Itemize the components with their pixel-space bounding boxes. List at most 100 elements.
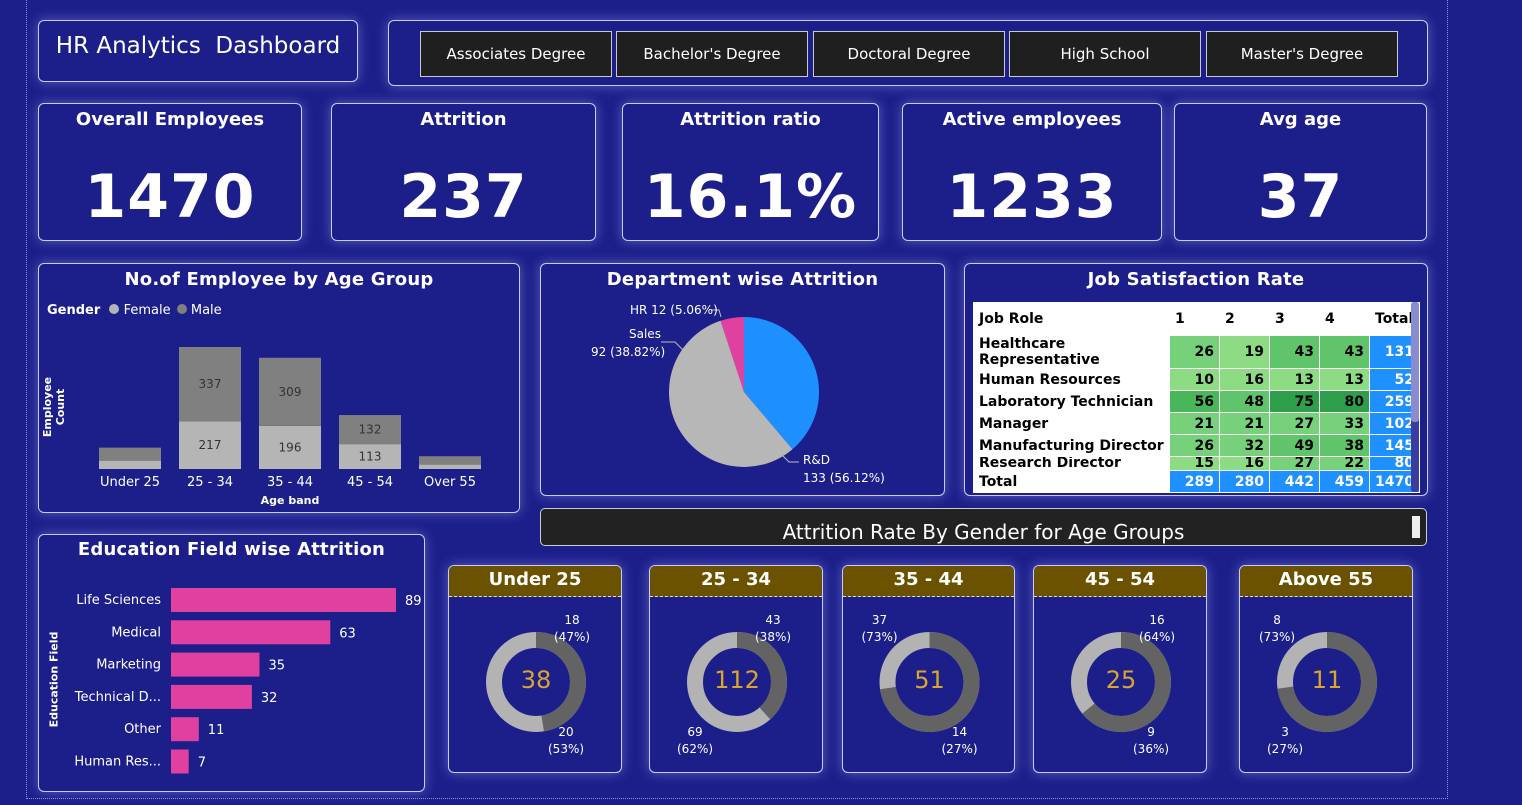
kpi-label: Active employees <box>942 109 1122 130</box>
donut-center-value: 11 <box>1311 666 1343 694</box>
donut-card-5[interactable]: Above 55 11 8 (73%) 3 (27%) <box>1239 565 1413 773</box>
table-total-row: Total 289 280 442 459 1470 <box>973 470 1420 493</box>
cell-value: 49 <box>1269 434 1320 457</box>
cell-value: 75 <box>1269 390 1320 413</box>
donut-bottom-label: 9 (36%) <box>1133 724 1169 758</box>
table-row[interactable]: Manager 21 21 27 33 102 <box>973 412 1420 435</box>
bar-female[interactable] <box>99 460 161 469</box>
cell-value: 13 <box>1319 368 1370 391</box>
donut-top-count: 16 <box>1149 613 1165 627</box>
y-tick-label: Marketing <box>96 658 161 673</box>
donut-bottom-pct: (36%) <box>1133 742 1170 756</box>
bar-technical-d---[interactable] <box>171 684 252 709</box>
bar-marketing[interactable] <box>171 652 260 677</box>
cell-value: 15 <box>1169 456 1220 471</box>
kpi-value: 237 <box>399 162 528 232</box>
slicer-bachelors-degree[interactable]: Bachelor's Degree <box>616 31 808 77</box>
table-row[interactable]: Human Resources 10 16 13 13 52 <box>973 368 1420 391</box>
cell-job-role: Laboratory Technician <box>973 390 1170 413</box>
bar-value-label: 89 <box>405 594 422 609</box>
donut-top-count: 8 <box>1273 613 1281 627</box>
department-attrition-chart[interactable]: Department wise Attrition HR 12 (5.06%) … <box>540 263 945 496</box>
y-tick-label: Technical D... <box>74 690 161 705</box>
department-pie <box>661 309 819 467</box>
kpi-label: Avg age <box>1259 109 1342 130</box>
bar-value-label: 35 <box>268 659 285 674</box>
kpi-overall-employees: Overall Employees 1470 <box>38 103 302 241</box>
bar-male[interactable] <box>419 456 481 465</box>
cell-total-label: Total <box>973 470 1170 493</box>
slicer-high-school[interactable]: High School <box>1009 31 1201 77</box>
bar-medical[interactable] <box>171 620 331 645</box>
cell-value: 26 <box>1169 335 1220 369</box>
label-sales-value: 92 (38.82%) <box>591 345 666 359</box>
dashboard-title: HR Analytics Dashboard <box>55 33 341 59</box>
donut-bottom-count: 14 <box>951 725 968 739</box>
x-tick-label: 25 - 34 <box>187 475 233 490</box>
x-tick-label: Under 25 <box>100 475 160 490</box>
table-row[interactable]: Healthcare Representative 26 19 43 43 131 <box>973 335 1420 369</box>
cell-value: 19 <box>1219 335 1270 369</box>
x-tick-label: 45 - 54 <box>347 475 393 490</box>
donut-top-label: 43 (38%) <box>755 612 791 646</box>
header-1[interactable]: 1 <box>1169 302 1220 336</box>
kpi-value: 1233 <box>946 162 1118 232</box>
donut-top-pct: (38%) <box>755 630 792 644</box>
bar-life-sciences[interactable] <box>171 588 396 612</box>
bar-other[interactable] <box>171 717 199 742</box>
kpi-avg-age: Avg age 37 <box>1174 103 1427 241</box>
cell-value: 13 <box>1269 368 1320 391</box>
education-field-chart[interactable]: Education Field wise Attrition Education… <box>38 534 425 792</box>
donut-card-1[interactable]: Under 25 38 18 (47%) 20 (53%) <box>448 565 622 773</box>
kpi-value: 1470 <box>84 162 256 232</box>
donut-top-label: 16 (64%) <box>1139 612 1175 646</box>
table-row[interactable]: Manufacturing Director 26 32 49 38 145 <box>973 434 1420 457</box>
job-satisfaction-table: Job Role 1 2 3 4 Total Healthcare Repres… <box>973 302 1420 493</box>
donut-top-count: 43 <box>765 613 781 627</box>
header-2[interactable]: 2 <box>1219 302 1270 336</box>
age-group-chart[interactable]: No.of Employee by Age Group Gender Femal… <box>38 263 520 513</box>
bar-label: 337 <box>199 377 222 391</box>
donut-bottom-label: 3 (27%) <box>1267 724 1303 758</box>
bar-human-res---[interactable] <box>171 749 189 774</box>
donut-bottom-count: 3 <box>1281 725 1289 739</box>
cell-value: 56 <box>1169 390 1220 413</box>
table-row[interactable]: Laboratory Technician 56 48 75 80 259 <box>973 390 1420 413</box>
bar-label: 309 <box>279 385 302 399</box>
cell-value: 80 <box>1319 390 1370 413</box>
table-row[interactable]: Research Director 15 16 27 22 80 <box>973 456 1420 471</box>
job-satisfaction-table-card[interactable]: Job Satisfaction Rate Job Role 1 2 3 4 T… <box>964 263 1428 496</box>
header-4[interactable]: 4 <box>1319 302 1370 336</box>
donut-card-2[interactable]: 25 - 34 112 43 (38%) 69 (62%) <box>649 565 823 773</box>
title-card: HR Analytics Dashboard <box>38 20 358 82</box>
donut-top-label: 18 (47%) <box>554 612 590 646</box>
donut-bottom-count: 69 <box>687 725 703 739</box>
donut-bottom-pct: (27%) <box>1267 742 1304 756</box>
donut-top-count: 37 <box>871 613 888 627</box>
kpi-value: 37 <box>1257 162 1344 232</box>
donut-top-pct: (64%) <box>1139 630 1176 644</box>
banner-scroll-handle[interactable] <box>1412 516 1420 538</box>
cell-value: 43 <box>1269 335 1320 369</box>
cell-value: 22 <box>1319 456 1370 471</box>
chart-title: Job Satisfaction Rate <box>1087 269 1305 290</box>
bar-male[interactable] <box>99 447 161 461</box>
donut-card-4[interactable]: 45 - 54 25 16 (64%) 9 (36%) <box>1033 565 1207 773</box>
slicer-doctoral-degree[interactable]: Doctoral Degree <box>813 31 1005 77</box>
x-axis-label: Age band <box>260 494 320 507</box>
cell-column-total: 289 <box>1169 470 1220 493</box>
slicer-associates-degree[interactable]: Associates Degree <box>420 31 612 77</box>
header-3[interactable]: 3 <box>1269 302 1320 336</box>
kpi-value: 16.1% <box>643 162 858 232</box>
header-job-role[interactable]: Job Role <box>973 302 1170 336</box>
scrollbar-thumb[interactable] <box>1411 302 1419 422</box>
donut-card-3[interactable]: 35 - 44 51 37 (73%) 14 (27%) <box>842 565 1015 773</box>
table-scrollbar[interactable] <box>1411 302 1419 492</box>
donut-bottom-count: 9 <box>1147 725 1155 739</box>
slicer-masters-degree[interactable]: Master's Degree <box>1206 31 1398 77</box>
donut-bottom-pct: (62%) <box>677 742 714 756</box>
cell-value: 43 <box>1319 335 1370 369</box>
bar-female[interactable] <box>419 464 481 469</box>
cell-job-role: Human Resources <box>973 368 1170 391</box>
donut-center-value: 38 <box>520 666 552 694</box>
